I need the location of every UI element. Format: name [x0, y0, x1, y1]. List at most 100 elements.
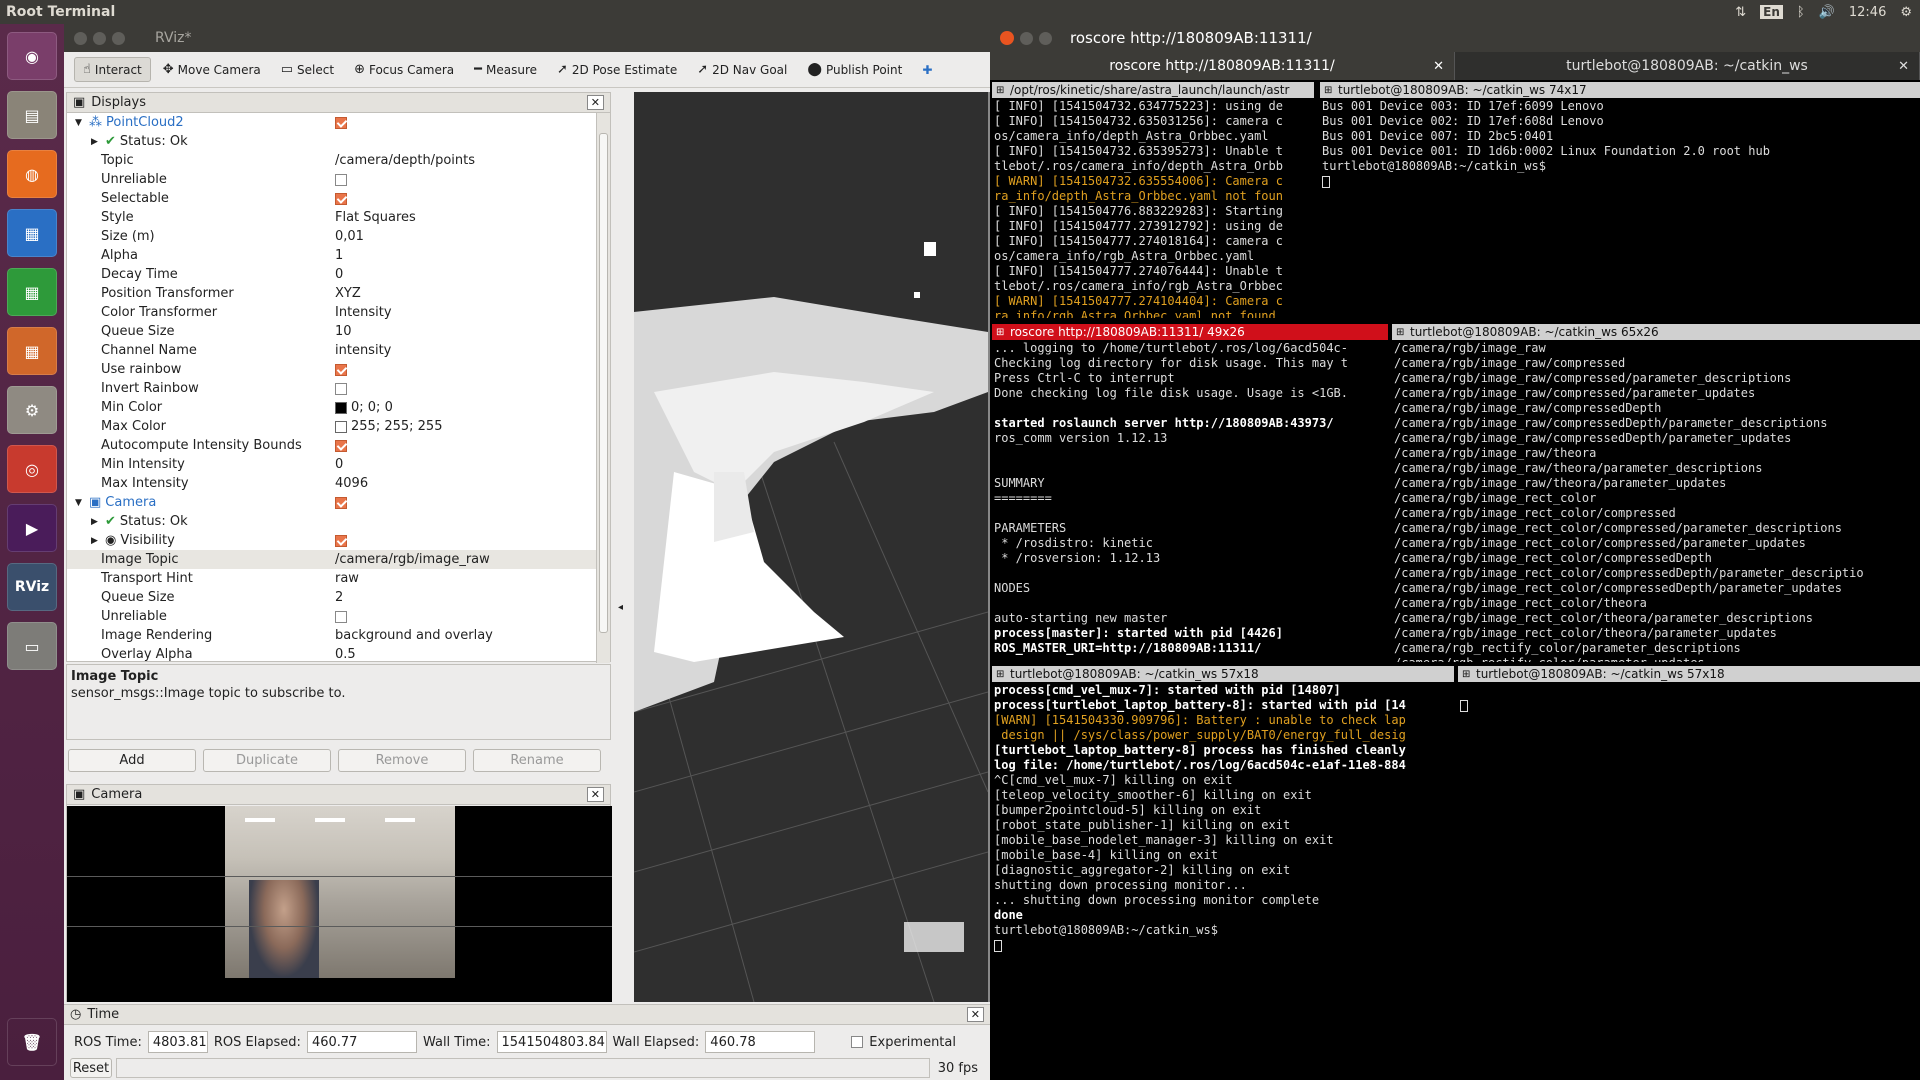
add-button[interactable]: Add — [68, 749, 196, 772]
expand-arrow-icon[interactable]: ▼ — [75, 498, 85, 508]
terminal-tab[interactable]: roscore http://180809AB:11311/ ✕ — [990, 52, 1455, 80]
property-value-text[interactable]: raw — [335, 571, 359, 586]
property-checkbox[interactable] — [335, 439, 347, 452]
close-icon[interactable]: ✕ — [1898, 59, 1909, 74]
color-swatch[interactable] — [335, 420, 347, 433]
disk-icon[interactable]: ▭ — [7, 622, 57, 670]
property-value-text[interactable]: Flat Squares — [335, 210, 416, 225]
property-row[interactable]: ▼ ▣ Camera — [67, 493, 597, 512]
property-row[interactable]: Channel Name intensity — [67, 341, 597, 360]
property-value-text[interactable]: /camera/rgb/image_raw — [335, 552, 490, 567]
property-row[interactable]: Size (m) 0,01 — [67, 227, 597, 246]
property-row[interactable]: Unreliable — [67, 170, 597, 189]
tool-2d-nav-goal[interactable]: ➚ 2D Nav Goal — [689, 58, 795, 81]
property-value-text[interactable]: 4096 — [335, 476, 368, 491]
property-checkbox[interactable] — [335, 192, 347, 205]
volume-icon[interactable]: 🔊 — [1819, 5, 1835, 20]
files-icon[interactable]: ▤ — [7, 91, 57, 139]
property-row[interactable]: Autocompute Intensity Bounds — [67, 436, 597, 455]
pdf-reader-icon[interactable]: ◎ — [7, 445, 57, 493]
displays-scrollbar[interactable] — [596, 113, 610, 663]
property-row[interactable]: Queue Size 10 — [67, 322, 597, 341]
network-icon[interactable]: ⇅ — [1735, 5, 1746, 20]
property-value-text[interactable]: 0,01 — [335, 229, 364, 244]
color-swatch[interactable] — [335, 401, 347, 414]
split-pane-icon[interactable]: ⊞ — [996, 669, 1004, 680]
property-checkbox[interactable] — [335, 116, 347, 129]
property-value-text[interactable]: 1 — [335, 248, 343, 263]
split-pane-icon[interactable]: ⊞ — [1396, 327, 1404, 338]
close-icon[interactable] — [1000, 31, 1014, 45]
property-checkbox[interactable] — [335, 363, 347, 376]
property-row[interactable]: Min Color 0; 0; 0 — [67, 398, 597, 417]
property-value-text[interactable]: 10 — [335, 324, 352, 339]
property-row[interactable]: Topic/camera/depth/points — [67, 151, 597, 170]
property-row[interactable]: Selectable — [67, 189, 597, 208]
maximize-icon[interactable] — [1039, 31, 1052, 45]
property-checkbox[interactable] — [335, 610, 347, 623]
experimental-checkbox[interactable] — [851, 1036, 864, 1048]
split-pane-icon[interactable]: ⊞ — [996, 327, 1004, 338]
writer-icon[interactable]: ▦ — [7, 209, 57, 257]
split-pane-icon[interactable]: ⊞ — [1462, 669, 1470, 680]
calc-icon[interactable]: ▦ — [7, 268, 57, 316]
camera-image-view[interactable] — [67, 806, 612, 1002]
property-value-text[interactable]: XYZ — [335, 286, 361, 301]
wall-elapsed-field[interactable]: 460.78 — [705, 1031, 816, 1053]
maximize-icon[interactable] — [112, 31, 125, 45]
property-value-text[interactable]: Intensity — [335, 305, 392, 320]
property-checkbox[interactable] — [335, 173, 347, 186]
property-value-text[interactable]: 2 — [335, 590, 343, 605]
property-row[interactable]: Style Flat Squares — [67, 208, 597, 227]
bluetooth-icon[interactable]: ᛒ — [1797, 5, 1805, 20]
close-icon[interactable] — [74, 31, 87, 45]
terminal-pane-roscore[interactable]: ⊞ roscore http://180809AB:11311/ 49x26...… — [992, 324, 1388, 662]
terminal-icon[interactable]: ▶ — [7, 504, 57, 552]
property-row[interactable]: Max Color 255; 255; 255 — [67, 417, 597, 436]
ros-elapsed-field[interactable]: 460.77 — [306, 1031, 417, 1053]
tool-publish-point[interactable]: ⬤ Publish Point — [799, 58, 910, 81]
clock[interactable]: 12:46 — [1849, 5, 1886, 20]
property-row[interactable]: Max Intensity 4096 — [67, 474, 597, 493]
close-icon[interactable]: ✕ — [586, 95, 604, 110]
property-row[interactable]: Image Topic/camera/rgb/image_raw — [67, 550, 597, 569]
view-splitter[interactable]: ◂ — [612, 92, 632, 1002]
property-value-text[interactable]: background and overlay — [335, 628, 493, 643]
tool-measure[interactable]: ━ Measure — [466, 58, 545, 81]
property-row[interactable]: Position Transformer XYZ — [67, 284, 597, 303]
split-pane-icon[interactable]: ⊞ — [1324, 85, 1332, 96]
close-icon[interactable]: ✕ — [586, 787, 604, 802]
minimize-icon[interactable] — [1020, 31, 1033, 45]
property-value-text[interactable]: intensity — [335, 343, 391, 358]
terminal-pane-topics[interactable]: ⊞ turtlebot@180809AB: ~/catkin_ws 65x26/c… — [1392, 324, 1920, 662]
property-row[interactable]: Min Intensity 0 — [67, 455, 597, 474]
property-checkbox[interactable] — [335, 382, 347, 395]
property-row[interactable]: Color Transformer Intensity — [67, 303, 597, 322]
3d-render-view[interactable] — [634, 92, 988, 1002]
remove-button[interactable]: Remove — [338, 749, 466, 772]
property-checkbox[interactable] — [335, 496, 347, 509]
close-icon[interactable]: ✕ — [1433, 59, 1444, 74]
terminal-pane-lsusb[interactable]: ⊞ turtlebot@180809AB: ~/catkin_ws 74x17 Bu… — [1320, 82, 1920, 318]
property-value-text[interactable]: /camera/depth/points — [335, 153, 475, 168]
tool-select[interactable]: ▭ Select — [273, 58, 342, 81]
impress-icon[interactable]: ▦ — [7, 327, 57, 375]
ros-time-field[interactable]: 4803.81 — [147, 1031, 208, 1053]
property-row[interactable]: Alpha 1 — [67, 246, 597, 265]
tool-focus-camera[interactable]: ⊕ Focus Camera — [346, 58, 462, 81]
gear-icon[interactable]: ⚙ — [1900, 5, 1912, 20]
rename-button[interactable]: Rename — [473, 749, 601, 772]
expand-arrow-icon[interactable]: ▶ — [91, 536, 101, 546]
property-row[interactable]: ▶ ◉ Visibility — [67, 531, 597, 550]
tool-2d-pose-estimate[interactable]: ➚ 2D Pose Estimate — [549, 58, 685, 81]
expand-arrow-icon[interactable]: ▶ — [91, 137, 101, 147]
property-row[interactable]: ▼ ⁂ PointCloud2 — [67, 113, 597, 132]
tool-interact[interactable]: ☝ Interact — [74, 57, 151, 82]
ubuntu-dash-icon[interactable]: ◉ — [7, 32, 57, 80]
property-row[interactable]: Invert Rainbow — [67, 379, 597, 398]
property-row[interactable]: Unreliable — [67, 607, 597, 626]
expand-arrow-icon[interactable]: ▶ — [91, 517, 101, 527]
property-row[interactable]: ▶ ✔ Status: Ok — [67, 132, 597, 151]
split-pane-icon[interactable]: ⊞ — [996, 85, 1004, 96]
property-row[interactable]: Transport Hint raw — [67, 569, 597, 588]
